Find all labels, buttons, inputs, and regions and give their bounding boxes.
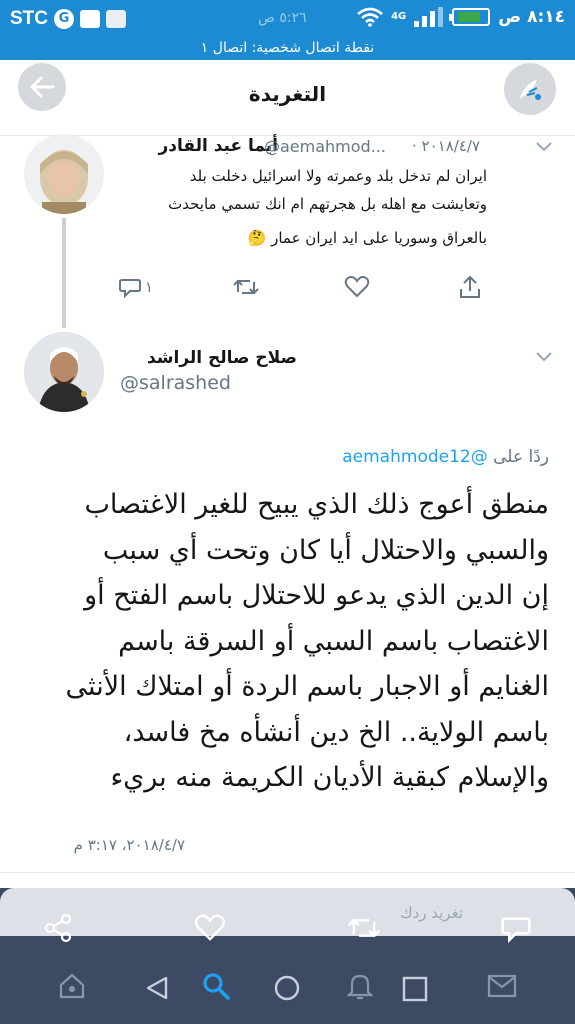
network-type: 4G — [391, 11, 407, 22]
messages-icon — [487, 974, 517, 998]
status-bar-left: STC G — [10, 8, 126, 30]
heart-icon — [344, 276, 370, 298]
clock: ٨:١٤ ص — [498, 7, 565, 27]
compose-icon — [520, 79, 541, 100]
share-icon — [44, 913, 72, 943]
parent-like-action[interactable] — [344, 275, 370, 299]
parent-author-handle[interactable]: @aemahmod... — [264, 137, 386, 156]
notifications-tab[interactable] — [342, 968, 378, 1004]
parent-reply-action[interactable]: ١ — [118, 276, 153, 298]
page-title: التغريدة — [248, 82, 327, 106]
top-header: التغريدة — [0, 60, 575, 136]
chevron-down-icon[interactable] — [536, 142, 552, 152]
parent-tweet-date: ٢٠١٨/٤/٧ · — [412, 137, 480, 155]
reply-icon — [501, 917, 531, 943]
reply-button[interactable] — [498, 912, 534, 944]
hotspot-banner[interactable]: نقطة اتصال شخصية: اتصال ١ — [0, 38, 575, 60]
share-button[interactable] — [40, 912, 76, 944]
reply-composer[interactable] — [0, 888, 575, 936]
compose-button[interactable] — [504, 63, 556, 115]
recents-icon — [402, 976, 428, 1002]
notifications-icon — [346, 974, 374, 1000]
home-button-icon — [274, 975, 300, 1001]
carrier-label: STC — [10, 8, 48, 29]
thinking-emoji: 🤔 — [247, 229, 267, 247]
like-button[interactable] — [192, 912, 228, 944]
retweet-icon — [347, 918, 381, 938]
main-text-line: منطق أعوج ذلك الذي يبيح للغير الاغتصاب — [84, 489, 550, 520]
main-text-line: الاغتصاب باسم السبي أو السرقة باسم — [118, 625, 549, 657]
main-author-handle[interactable]: @salrashed — [120, 372, 231, 394]
reply-icon — [119, 279, 141, 298]
thread-connector — [62, 218, 66, 328]
reply-context: ردًا على @aemahmode12 — [342, 447, 549, 467]
status-bar-right: 4G ٨:١٤ ص — [357, 7, 565, 27]
heart-icon — [194, 914, 226, 941]
carrier-badge: G — [54, 9, 74, 29]
back-icon — [146, 976, 168, 1000]
parent-author-name[interactable]: أيما عبد القادر — [158, 136, 278, 156]
parent-tweet-text: ايران لم تدخل بلد وعمرته ولا اسرائيل دخل… — [168, 162, 487, 252]
parent-text-line: وتعايشت مع اهله بل هجرتهم ام انك تسمي ما… — [168, 195, 487, 213]
main-text-line: والسبي والاحتلال أيا كان وتحت أي سبب — [102, 534, 549, 566]
home-icon — [59, 973, 85, 999]
gallery-notification-icon — [80, 10, 100, 28]
parent-reply-count: ١ — [145, 278, 154, 296]
back-nav-button[interactable] — [140, 970, 176, 1006]
search-tab[interactable] — [198, 968, 234, 1004]
parent-retweet-action[interactable] — [232, 276, 260, 298]
retweet-button[interactable] — [344, 912, 384, 944]
home-tab[interactable] — [54, 968, 90, 1004]
ghost-time: ٥:٢٦ ص — [258, 10, 307, 26]
retweet-icon — [233, 279, 259, 295]
avatar-image — [24, 332, 104, 412]
tweet-timestamp: ٢٠١٨/٤/٧، ٣:١٧ م — [73, 836, 185, 854]
recents-nav-button[interactable] — [398, 972, 432, 1006]
reply-placeholder[interactable]: تغريد ردك — [400, 904, 463, 922]
divider — [0, 872, 575, 873]
battery-icon — [449, 8, 491, 26]
parent-text-line: ايران لم تدخل بلد وعمرته ولا اسرائيل دخل… — [189, 167, 487, 185]
parent-text-line: بالعراق وسوريا على ايد ايران عمار — [271, 229, 487, 247]
main-avatar[interactable] — [24, 332, 104, 412]
parent-text-line-last: بالعراق وسوريا على ايد ايران عمار 🤔 — [168, 224, 487, 252]
main-text-line: باسم الولاية.. الخ دين أنشأه مخ فاسد، — [123, 716, 549, 748]
app-notification-icon — [106, 10, 126, 28]
search-icon — [203, 973, 230, 1000]
main-author-name[interactable]: صلاح صالح الراشد — [147, 348, 297, 368]
reply-to-handle[interactable]: @aemahmode12 — [342, 447, 487, 467]
main-text-line: والإسلام كبقية الأديان الكريمة منه بريء — [110, 762, 549, 793]
wifi-icon — [357, 7, 383, 27]
signal-icon — [414, 7, 444, 27]
chevron-down-icon[interactable] — [536, 352, 552, 362]
share-icon — [460, 275, 480, 298]
main-tweet-text: منطق أعوج ذلك الذي يبيح للغير الاغتصاب و… — [66, 482, 549, 801]
parent-avatar[interactable] — [24, 134, 104, 214]
status-bar: STC G ٥:٢٦ ص 4G ٨:١٤ ص — [0, 0, 575, 38]
main-text-line: الغنايم أو الاجبار باسم الردة أو امتلاك … — [65, 671, 549, 702]
messages-tab[interactable] — [484, 968, 520, 1004]
home-nav-button[interactable] — [269, 970, 305, 1006]
parent-share-action[interactable] — [458, 274, 482, 300]
avatar-image — [24, 134, 104, 214]
main-text-line: إن الدين الذي يدعو للاحتلال باسم الفتح أ… — [84, 580, 549, 611]
reply-prefix: ردًا على — [493, 447, 549, 467]
